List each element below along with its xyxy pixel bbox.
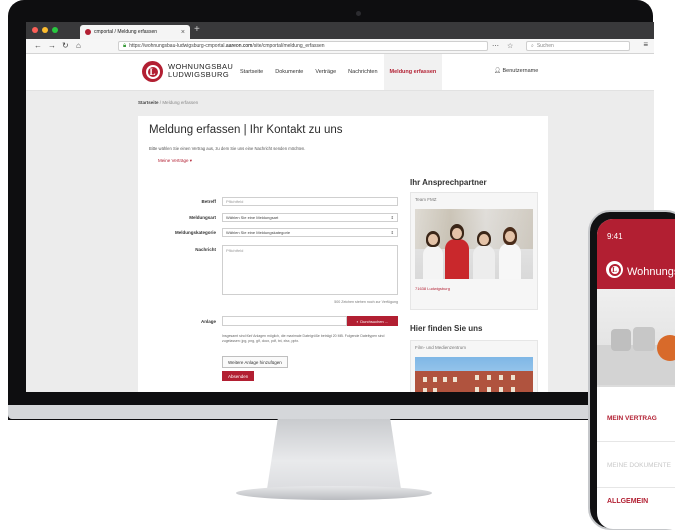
- content-card: Meldung erfassen | Ihr Kontakt zu uns Bi…: [138, 116, 548, 392]
- search-icon: ⌕: [531, 43, 534, 49]
- close-tab-icon[interactable]: ×: [181, 29, 185, 36]
- folder-icon: ▪: [356, 318, 359, 324]
- search-placeholder: Suchen: [536, 43, 554, 49]
- phone-hero-image: [597, 289, 675, 387]
- phone-time: 9:41: [607, 232, 623, 241]
- nav-item-dokumente[interactable]: Dokumente: [269, 54, 309, 90]
- tab-title: cmportal / Meldung erfassen: [94, 29, 158, 35]
- message-placeholder: Pflichtfeld: [226, 248, 244, 253]
- breadcrumb-current: Meldung erfassen: [162, 100, 199, 105]
- team-title: Team FMZ: [415, 197, 437, 202]
- phone-menu-my-contract[interactable]: MEIN VERTRAG: [607, 415, 657, 422]
- team-location[interactable]: 71638 Ludwigsburg: [415, 286, 450, 291]
- message-textarea[interactable]: Pflichtfeld: [222, 245, 398, 295]
- phone-menu-my-documents[interactable]: MEINE DOKUMENTE: [607, 462, 671, 469]
- breadcrumb-home[interactable]: Startseite: [138, 100, 159, 105]
- place-title: Film- und Medienzentrum: [415, 345, 467, 350]
- navigation-bar: ← → ↻ ⌂ 🔒︎ https://wohnungsbau-ludwigsbu…: [26, 39, 654, 54]
- iphone: 9:41 Wohnungsbau L MEIN VERTRAG MEINE DO…: [588, 210, 675, 530]
- send-button[interactable]: Absenden: [222, 371, 255, 381]
- imac-base: [236, 486, 432, 500]
- lock-icon: 🔒︎: [123, 42, 127, 49]
- tab-bar: cmportal / Meldung erfassen × +: [26, 22, 654, 39]
- address-bar[interactable]: 🔒︎ https://wohnungsbau-ludwigsburg-cmpor…: [118, 41, 488, 51]
- location-box: Film- und Medienzentrum: [410, 340, 538, 392]
- site-header: L WOHNUNGSBAU LUDWIGSBURG Startseite Dok…: [26, 54, 654, 91]
- category-label: Meldungskategorie: [174, 230, 216, 235]
- phone-screen: 9:41 Wohnungsbau L MEIN VERTRAG MEINE DO…: [597, 219, 675, 529]
- user-icon: 👤︎: [494, 68, 501, 74]
- camera-dot: [356, 11, 361, 16]
- nav-item-vertraege[interactable]: Verträge: [309, 54, 342, 90]
- logo-icon[interactable]: L: [142, 61, 163, 82]
- contact-box: Team FMZ 71638 Ludwigsburg: [410, 192, 538, 310]
- user-menu[interactable]: 👤︎ Benutzername: [494, 68, 538, 74]
- logo-line2: LUDWIGSBURG: [168, 70, 230, 79]
- phone-logo-icon[interactable]: L: [606, 261, 623, 278]
- attachment-info: Insgesamt sind fünf Anlagen möglich, die…: [222, 334, 385, 343]
- page-title: Meldung erfassen | Ihr Kontakt zu uns: [149, 124, 343, 136]
- phone-menu-general[interactable]: ALLGEMEIN: [607, 498, 648, 505]
- window-controls: [32, 27, 58, 33]
- favicon-icon: [85, 29, 91, 35]
- category-select[interactable]: Wählen Sie eine Meldungskategorie ⇕: [222, 228, 398, 237]
- browse-button[interactable]: ▪ Durchsuchen ...: [347, 316, 398, 326]
- subject-input[interactable]: Pflichtfeld: [222, 197, 398, 206]
- reload-icon[interactable]: ↻: [62, 41, 69, 50]
- breadcrumb-separator: /: [159, 100, 162, 105]
- character-hint: 500 Zeichen stehen noch zur Verfügung: [334, 300, 398, 304]
- main-navigation: Startseite Dokumente Verträge Nachrichte…: [234, 54, 443, 90]
- minimize-window-button[interactable]: [42, 27, 48, 33]
- search-input[interactable]: ⌕ Suchen: [526, 41, 630, 51]
- imac-stand: [267, 419, 401, 489]
- url-host: aareon.com: [225, 43, 253, 49]
- phone-brand: Wohnungsbau: [627, 266, 675, 278]
- subject-label: Betreff: [201, 199, 216, 204]
- attachment-label: Anlage: [200, 319, 216, 324]
- select-arrow-icon: ⇕: [390, 230, 394, 235]
- my-contracts-link[interactable]: Meine Verträge ▾: [158, 158, 192, 164]
- contact-heading: Ihr Ansprechpartner: [410, 178, 487, 187]
- intro-text: Bitte wählen Sie einen Vertrag aus, zu d…: [149, 146, 306, 151]
- browser-tab[interactable]: cmportal / Meldung erfassen ×: [80, 25, 190, 39]
- zoom-window-button[interactable]: [52, 27, 58, 33]
- url-prefix: https://wohnungsbau-ludwigsburg-cmportal…: [129, 43, 226, 49]
- new-tab-icon[interactable]: +: [194, 24, 200, 35]
- page-actions-icon[interactable]: ⋯ ☆: [492, 42, 516, 50]
- nav-item-meldung-erfassen[interactable]: Meldung erfassen: [383, 54, 443, 90]
- imac-chin: [8, 405, 653, 419]
- phone-status-bar: 9:41: [597, 219, 675, 259]
- nav-item-nachrichten[interactable]: Nachrichten: [342, 54, 383, 90]
- browser-window: cmportal / Meldung erfassen × + ← → ↻ ⌂ …: [26, 22, 654, 392]
- user-name: Benutzername: [502, 68, 539, 74]
- category-value: Wählen Sie eine Meldungskategorie: [226, 230, 291, 235]
- type-select[interactable]: Wählen Sie eine Meldungsart ⇕: [222, 213, 398, 222]
- forward-icon[interactable]: →: [48, 41, 56, 50]
- select-arrow-icon: ⇕: [390, 215, 394, 220]
- find-heading: Hier finden Sie uns: [410, 324, 483, 333]
- building-photo: [415, 357, 533, 392]
- message-label: Nachricht: [195, 247, 216, 252]
- back-icon[interactable]: ←: [34, 41, 42, 50]
- type-value: Wählen Sie eine Meldungsart: [226, 215, 279, 220]
- team-photo: [415, 209, 533, 279]
- add-attachment-button[interactable]: Weitere Anlage hinzufügen: [222, 356, 288, 368]
- type-label: Meldungsart: [189, 215, 216, 220]
- attachment-input[interactable]: [222, 316, 347, 326]
- subject-placeholder: Pflichtfeld: [226, 199, 244, 204]
- nav-item-startseite[interactable]: Startseite: [234, 54, 269, 90]
- menu-icon[interactable]: ≡: [643, 40, 648, 49]
- logo-text[interactable]: WOHNUNGSBAU LUDWIGSBURG: [168, 63, 233, 79]
- breadcrumb: Startseite / Meldung erfassen: [138, 100, 198, 105]
- close-window-button[interactable]: [32, 27, 38, 33]
- home-icon[interactable]: ⌂: [76, 41, 81, 50]
- url-suffix: /site/cmportal/meldung_erfassen: [252, 43, 325, 49]
